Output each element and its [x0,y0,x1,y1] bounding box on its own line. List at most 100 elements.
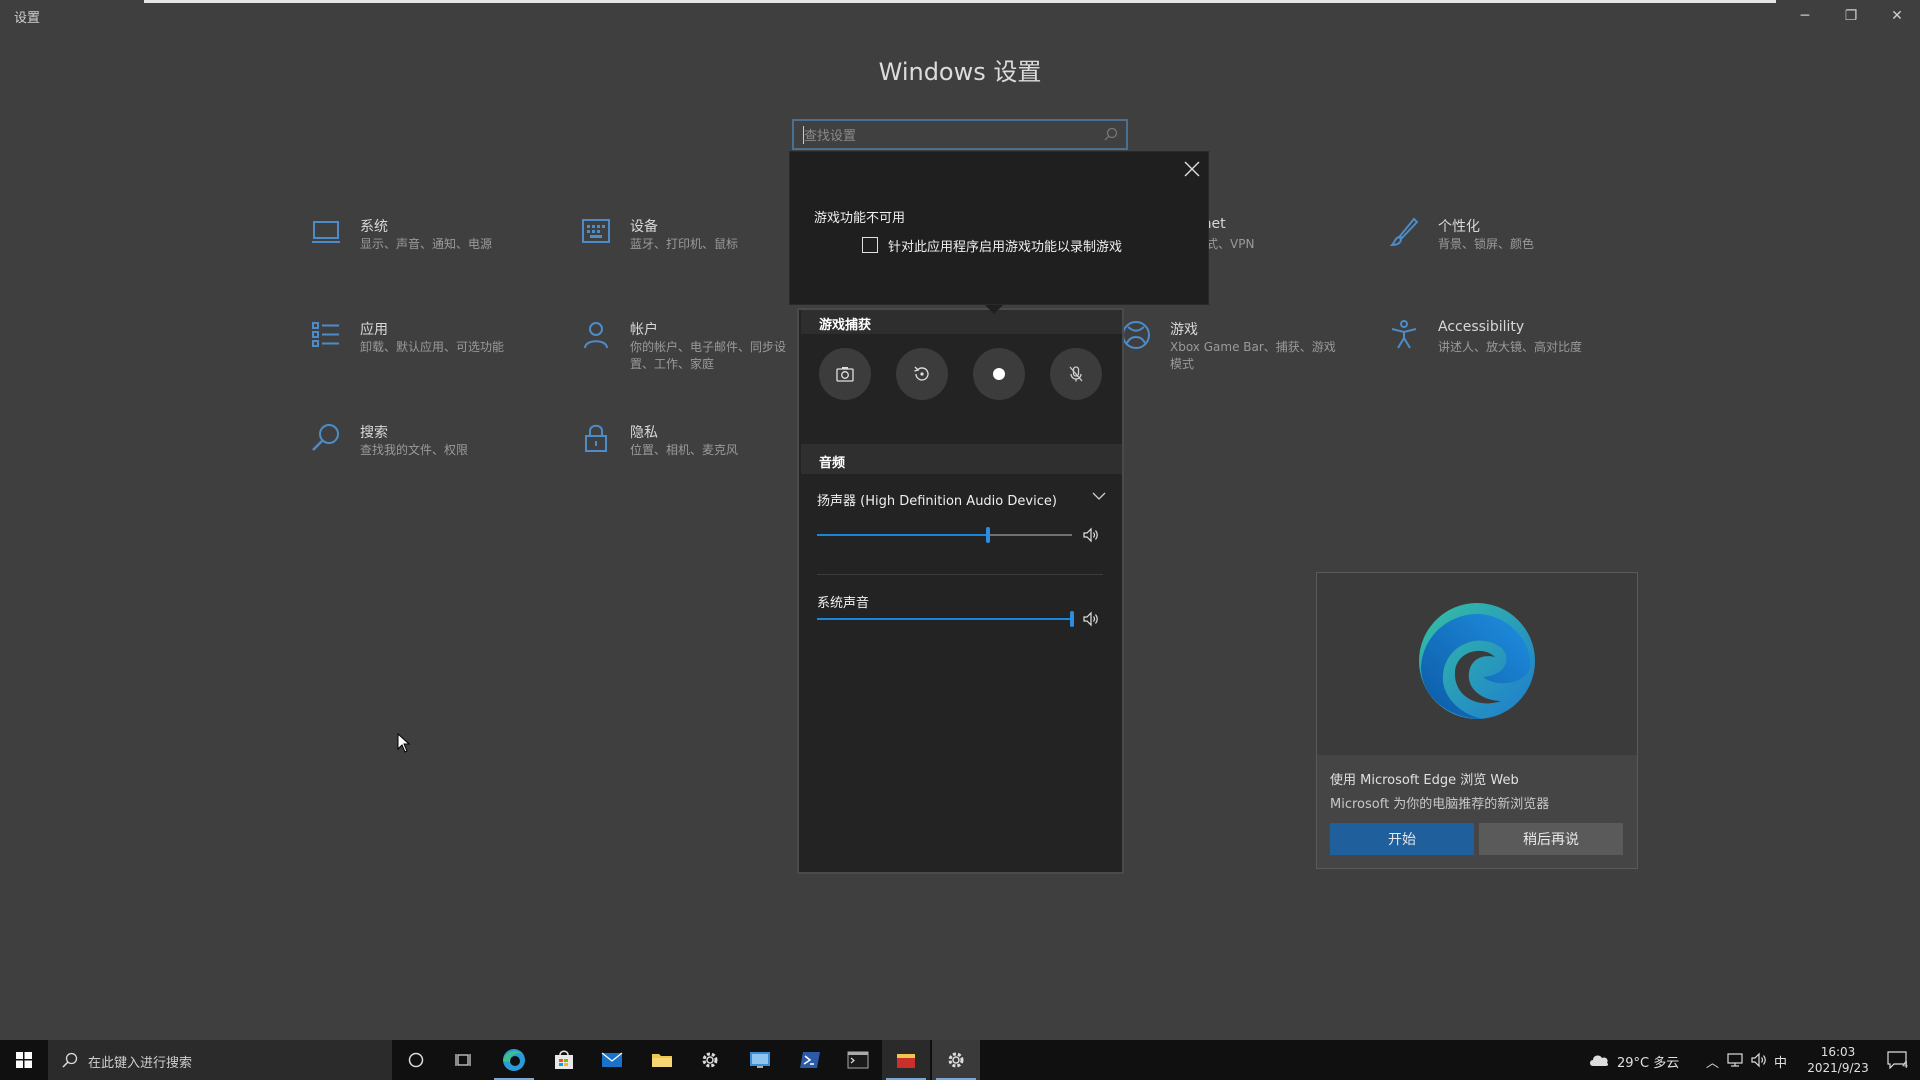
taskbar-settings[interactable] [686,1040,734,1080]
tile-privacy[interactable]: 隐私 位置、相机、麦克风 [580,422,830,482]
ime-indicator[interactable]: 中 [1774,1052,1787,1071]
tile-title: 隐私 [630,425,658,441]
network-icon[interactable] [1726,1052,1744,1068]
tile-system[interactable]: 系统 显示、声音、通知、电源 [310,216,560,276]
loading-bar [144,0,1776,3]
game-features-unavailable-dialog: 游戏功能不可用 针对此应用程序启用游戏功能以录制游戏 [789,151,1209,305]
system-sounds-label: 系统声音 [817,596,870,611]
tile-gaming[interactable]: 游戏 Xbox Game Bar、捕获、游戏模式 [1120,319,1370,379]
taskbar-powershell[interactable] [786,1040,834,1080]
taskbar-mail[interactable] [588,1040,636,1080]
device-volume-slider[interactable] [817,527,1072,543]
close-button[interactable]: ✕ [1874,0,1920,32]
system-volume-slider[interactable] [817,611,1074,627]
tile-search[interactable]: 搜索 查找我的文件、权限 [310,422,560,482]
settings-search-input[interactable]: 查找设置 [792,119,1128,150]
tile-title: 个性化 [1438,219,1480,235]
page-title: Windows 设置 [878,58,1042,86]
taskbar-terminal[interactable] [834,1040,882,1080]
tile-apps[interactable]: 应用 卸载、默认应用、可选功能 [310,319,560,379]
xbox-icon [1122,321,1150,349]
weather-text[interactable]: 29°C 多云 [1617,1052,1679,1071]
record-last-icon [914,366,929,381]
app-title: 设置 [14,11,41,26]
chevron-up-icon[interactable]: ︿ [1706,1052,1719,1071]
enable-gaming-checkbox[interactable] [862,237,878,253]
taskbar-app-red[interactable] [882,1040,930,1080]
taskbar-file-explorer[interactable] [638,1040,686,1080]
dialog-pointer [985,305,1003,314]
tile-title: 搜索 [360,425,388,441]
tile-title: 应用 [360,322,388,338]
terminal-icon [847,1051,869,1069]
audio-device-name[interactable]: 扬声器 (High Definition Audio Device) [817,490,1057,509]
tile-title: Accessibility [1438,319,1525,335]
laptop-icon [312,221,340,243]
close-icon[interactable] [1183,160,1201,178]
cortana-icon [408,1052,424,1068]
mic-toggle-button[interactable] [1050,348,1102,400]
tile-title: 帐户 [630,322,658,338]
tile-desc: 讲述人、放大镜、高对比度 [1438,340,1583,354]
chevron-down-icon[interactable] [1091,488,1107,504]
slider-thumb[interactable] [1070,611,1074,627]
notification-count: 4 [1902,1060,1909,1071]
taskbar-control-panel[interactable] [736,1040,784,1080]
notification-center-button[interactable]: 4 [1874,1040,1920,1080]
taskbar-clock[interactable]: 16:03 2021/9/23 [1802,1044,1874,1076]
screenshot-button[interactable] [819,348,871,400]
tile-personalization[interactable]: 个性化 背景、锁屏、颜色 [1388,216,1638,276]
divider [817,574,1103,575]
apps-list-icon [312,322,339,347]
tile-desc: 背景、锁屏、颜色 [1438,237,1535,251]
cortana-button[interactable] [392,1040,440,1080]
later-button[interactable]: 稍后再说 [1479,823,1623,855]
search-icon [312,424,339,451]
tile-title: 系统 [360,219,388,235]
minimize-button[interactable]: ─ [1782,0,1828,32]
slider-thumb[interactable] [986,527,990,543]
tile-desc: 显示、声音、通知、电源 [360,237,493,251]
brush-icon [1389,217,1419,247]
checkbox-label[interactable]: 针对此应用程序启用游戏功能以录制游戏 [888,236,1122,255]
screenshot-icon [836,367,854,382]
gear-icon [702,1052,718,1068]
slider-fill [817,534,988,536]
taskbar-edge[interactable] [490,1040,538,1080]
game-bar-widget: 游戏捕获 音频 扬声器 (High Definition Audio Devic… [797,308,1124,874]
start-button[interactable]: 开始 [1330,823,1474,855]
app-icon [897,1054,915,1068]
taskbar-store[interactable] [540,1040,588,1080]
restore-button[interactable]: ❐ [1828,0,1874,32]
task-view-button[interactable] [440,1040,488,1080]
tile-accounts[interactable]: 帐户 你的帐户、电子邮件、同步设置、工作、家庭 [580,319,830,379]
promo-title: 使用 Microsoft Edge 浏览 Web [1330,773,1519,788]
person-icon [584,322,608,349]
folder-icon [652,1054,672,1067]
tile-accessibility[interactable]: Accessibility 讲述人、放大镜、高对比度 [1388,319,1638,379]
promo-subtitle: Microsoft 为你的电脑推荐的新浏览器 [1330,797,1550,812]
start-button[interactable] [0,1040,48,1080]
taskbar-search-box[interactable]: 在此键入进行搜索 [48,1040,392,1080]
taskbar: 在此键入进行搜索 29°C 多云 ︿ 中 16:03 2021/9/23 4 [0,1040,1920,1080]
speaker-icon[interactable] [1082,527,1100,543]
record-button[interactable] [973,348,1025,400]
windows-logo-icon [16,1052,32,1068]
slider-fill [817,618,1072,620]
title-bar: 设置 ─ ❐ ✕ [0,0,1920,32]
tile-desc: Xbox Game Bar、捕获、游戏模式 [1170,340,1336,371]
speaker-icon[interactable] [1082,611,1100,627]
promo-banner [1317,573,1637,755]
clock-date: 2021/9/23 [1807,1061,1869,1075]
control-panel-icon [750,1052,770,1068]
gear-icon [948,1052,964,1068]
store-icon [555,1050,573,1069]
accessibility-icon [1391,320,1417,349]
record-last-button[interactable] [896,348,948,400]
text-caret [803,126,804,144]
edge-logo-icon [1419,603,1535,719]
lock-icon [585,424,607,452]
taskbar-settings-running[interactable] [932,1040,980,1080]
volume-icon[interactable] [1750,1052,1768,1068]
cloud-icon[interactable] [1588,1052,1610,1068]
